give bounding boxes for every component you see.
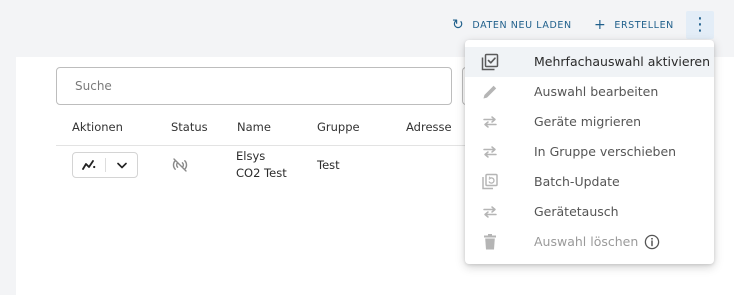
create-button[interactable]: + ERSTELLEN: [594, 12, 674, 38]
menu-item-label: Mehrfachauswahl aktivieren: [534, 54, 711, 69]
trash-icon: [481, 233, 499, 251]
menu-item-multiselect[interactable]: Mehrfachauswahl aktivieren: [465, 47, 714, 77]
search-input[interactable]: [73, 78, 435, 94]
search-field[interactable]: [56, 67, 452, 105]
swap-arrows-icon: [481, 203, 499, 221]
header-divider: [56, 145, 466, 146]
more-options-button[interactable]: ⋮: [686, 11, 714, 39]
info-icon[interactable]: [644, 234, 660, 250]
menu-item-move-to-group[interactable]: In Gruppe verschieben: [465, 137, 714, 167]
chart-line-icon[interactable]: [73, 153, 105, 177]
menu-item-migrate-devices[interactable]: Geräte migrieren: [465, 107, 714, 137]
more-vertical-icon: ⋮: [691, 14, 709, 35]
refresh-icon: ↻: [452, 17, 465, 33]
column-header-group[interactable]: Gruppe: [317, 120, 360, 134]
device-group: Test: [317, 158, 340, 172]
reload-data-label: DATEN NEU LADEN: [472, 19, 572, 31]
checklist-icon: [481, 53, 499, 71]
menu-item-batch-update[interactable]: Batch-Update: [465, 167, 714, 197]
menu-item-label: In Gruppe verschieben: [534, 144, 677, 159]
sensor-offline-icon: [172, 158, 188, 172]
column-header-name[interactable]: Name: [237, 120, 271, 134]
row-actions-button[interactable]: [72, 152, 138, 178]
menu-item-edit-selection[interactable]: Auswahl bearbeiten: [465, 77, 714, 107]
menu-item-label: Gerätetausch: [534, 204, 619, 219]
menu-item-label: Geräte migrieren: [534, 114, 642, 129]
plus-icon: +: [594, 17, 607, 33]
column-header-actions: Aktionen: [72, 120, 123, 134]
menu-item-label: Batch-Update: [534, 174, 620, 189]
device-name-line-2: CO2 Test: [236, 166, 287, 180]
create-label: ERSTELLEN: [614, 19, 674, 31]
reload-data-button[interactable]: ↻ DATEN NEU LADEN: [452, 12, 572, 38]
device-name-line-1: Elsys: [236, 149, 266, 163]
chevron-down-icon[interactable]: [106, 153, 137, 177]
device-name: Elsys CO2 Test: [236, 148, 287, 182]
column-header-status: Status: [171, 120, 208, 134]
copy-refresh-icon: [481, 173, 499, 191]
column-header-address[interactable]: Adresse: [406, 120, 452, 134]
menu-item-label: Auswahl bearbeiten: [534, 84, 659, 99]
swap-arrows-icon: [481, 143, 499, 161]
menu-item-device-swap[interactable]: Gerätetausch: [465, 197, 714, 227]
menu-item-label: Auswahl löschen: [534, 234, 639, 249]
pencil-icon: [481, 83, 499, 101]
swap-arrows-icon: [481, 113, 499, 131]
menu-item-delete-selection: Auswahl löschen: [465, 227, 714, 257]
more-options-menu: Mehrfachauswahl aktivieren Auswahl bearb…: [465, 40, 714, 264]
